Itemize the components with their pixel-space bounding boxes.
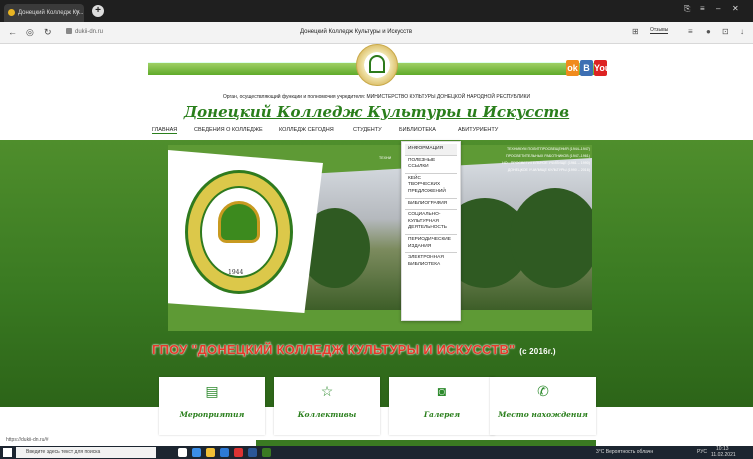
url-text: dukii-dn.ru <box>75 29 104 35</box>
home-icon[interactable]: ◎ <box>26 27 34 38</box>
close-window-icon[interactable]: ✕ <box>732 4 739 13</box>
collections-icon[interactable]: ⎘ <box>684 4 690 14</box>
download-icon[interactable]: ↓ <box>740 27 744 36</box>
status-url: https://dukii-dn.ru/# <box>6 437 49 443</box>
language-indicator[interactable]: РУС <box>697 449 707 455</box>
windows-taskbar: Введите здесь текст для поиска 3°C Вероя… <box>0 446 753 459</box>
edge-icon[interactable] <box>192 448 201 457</box>
main-nav: ГЛАВНАЯ СВЕДЕНИЯ О КОЛЛЕДЖЕ КОЛЛЕДЖ СЕГО… <box>148 127 605 139</box>
browser-tab-bar: Донецкий Колледж Ку... × + ⎘ ≡ – ✕ <box>0 0 753 22</box>
word-icon[interactable] <box>248 448 257 457</box>
seal-year: 1944 <box>228 269 244 276</box>
lyre-icon <box>218 201 260 243</box>
weather-status[interactable]: 3°C Вероятность облачн <box>596 449 653 455</box>
store-icon[interactable] <box>220 448 229 457</box>
excel-icon[interactable] <box>262 448 271 457</box>
menu-item-periodicals[interactable]: ПЕРИОДИЧЕСКИЕ ИЗДАНИЯ <box>405 235 457 254</box>
task-view-icon[interactable] <box>178 448 187 457</box>
feature-cards: ▤ Мероприятия ☆ Коллективы ◙ Галерея ✆ М… <box>159 377 596 435</box>
opera-icon[interactable] <box>234 448 243 457</box>
menu-item-useful-links[interactable]: ПОЛЕЗНЫЕ ССЫЛКИ <box>405 156 457 174</box>
nav-item-applicant[interactable]: АБИТУРИЕНТУ <box>458 127 498 133</box>
odnoklassniki-icon[interactable]: ok <box>566 60 579 76</box>
profile-icon[interactable]: ● <box>706 27 711 36</box>
menu-item-sociocultural[interactable]: СОЦИАЛЬНО-КУЛЬТУРНАЯ ДЕЯТЕЛЬНОСТЬ <box>405 210 457 235</box>
history-line: ДОНЕЦКОЕ УЧИЛИЩЕ КУЛЬТУРЫ (1990 – 2016) <box>507 168 590 172</box>
menu-item-bibliography[interactable]: БИБЛИОГРАФИЯ <box>405 199 457 211</box>
tab-title: Донецкий Колледж Ку... <box>18 10 84 16</box>
card-collectives[interactable]: ☆ Коллективы <box>274 377 380 435</box>
extension-icon[interactable]: ⊞ <box>632 27 639 36</box>
card-label: Коллективы <box>297 410 357 419</box>
nav-item-today[interactable]: КОЛЛЕДЖ СЕГОДНЯ <box>279 127 334 133</box>
college-history: ТЕХНИКУМ ПОЛИТПРОСВЕЩЕНИЯ (1944–1947) ПР… <box>460 146 590 174</box>
close-tab-icon[interactable]: × <box>76 4 80 22</box>
share-icon[interactable]: ⊡ <box>722 27 729 36</box>
browser-tab[interactable]: Донецкий Колледж Ку... × <box>4 4 84 22</box>
phone-icon: ✆ <box>537 383 549 399</box>
reviews-button[interactable]: Отзывы <box>650 27 669 34</box>
social-links: ok B You <box>566 58 610 76</box>
college-emblem-icon[interactable] <box>356 44 398 86</box>
nav-item-library[interactable]: БИБЛИОТЕКА <box>399 127 436 133</box>
address-bar: ← ◎ ↻ dukii-dn.ru Донецкий Колледж Культ… <box>0 22 753 44</box>
taskbar-search-input[interactable]: Введите здесь текст для поиска <box>16 447 156 458</box>
minimize-icon[interactable]: – <box>716 4 720 13</box>
page-title: Донецкий Колледж Культуры и Искусств <box>300 29 413 35</box>
history-line: ПРОСВЕТИТЕЛЬНЫХ РАБОТНИКОВ (1947–1961) <box>505 154 590 158</box>
back-icon[interactable]: ← <box>8 27 17 37</box>
history-line: ТЕХНИКУМ ПОЛИТПРОСВЕЩЕНИЯ (1944–1947) <box>506 147 590 151</box>
founder-line: Орган, осуществляющий функции и полномоч… <box>222 94 531 100</box>
card-label: Мероприятия <box>179 410 245 419</box>
slide-title-text: ГПОУ "ДОНЕЦКИЙ КОЛЛЕДЖ КУЛЬТУРЫ И ИСКУСС… <box>152 342 516 357</box>
clock-date[interactable]: 11.02.2021 <box>711 452 736 458</box>
card-events[interactable]: ▤ Мероприятия <box>159 377 265 435</box>
new-tab-button[interactable]: + <box>92 5 104 17</box>
history-prefix: ТЕХНИ <box>379 156 392 160</box>
calendar-icon: ▤ <box>205 383 219 399</box>
bookmarks-icon[interactable]: ≡ <box>688 27 693 36</box>
card-label: Галерея <box>423 410 461 419</box>
library-dropdown-menu: ИНФОРМАЦИЯ ПОЛЕЗНЫЕ ССЫЛКИ КЕЙС ТВОРЧЕСК… <box>401 141 461 321</box>
url-field[interactable]: dukii-dn.ru <box>66 28 103 35</box>
explorer-icon[interactable] <box>206 448 215 457</box>
site-title[interactable]: Донецкий Колледж Культуры и Искусств <box>100 103 653 121</box>
menu-item-creative-case[interactable]: КЕЙС ТВОРЧЕСКИХ ПРЕДЛОЖЕНИЙ <box>405 174 457 199</box>
site-favicon-icon <box>8 9 15 16</box>
nav-item-student[interactable]: СТУДЕНТУ <box>353 127 382 133</box>
history-line: НО - ПРОСВЕТИТЕЛЬНОЕ УЧИЛИЩЕ (1961 – 199… <box>502 161 590 165</box>
card-location[interactable]: ✆ Место нахождения <box>490 377 596 435</box>
reload-icon[interactable]: ↻ <box>44 27 52 38</box>
slide-title: ГПОУ "ДОНЕЦКИЙ КОЛЛЕДЖ КУЛЬТУРЫ И ИСКУСС… <box>152 342 602 357</box>
menu-item-e-library[interactable]: ЭЛЕКТРОННАЯ БИБЛИОТЕКА <box>405 253 457 270</box>
menu-icon[interactable]: ≡ <box>700 4 705 13</box>
youtube-icon[interactable]: You <box>594 60 610 76</box>
nav-item-home[interactable]: ГЛАВНАЯ <box>152 127 178 134</box>
card-gallery[interactable]: ◙ Галерея <box>389 377 495 435</box>
camera-icon: ◙ <box>437 383 447 399</box>
card-label: Место нахождения <box>498 410 588 419</box>
college-seal-logo: 1944 <box>185 170 293 294</box>
nav-item-about[interactable]: СВЕДЕНИЯ О КОЛЛЕДЖЕ <box>194 127 263 133</box>
vk-icon[interactable]: B <box>580 60 593 76</box>
lock-icon <box>66 28 72 34</box>
windows-start-icon[interactable] <box>3 448 12 457</box>
slide-title-year: (с 2016г.) <box>519 347 556 356</box>
star-icon: ☆ <box>320 383 334 399</box>
menu-item-information[interactable]: ИНФОРМАЦИЯ <box>405 144 457 156</box>
